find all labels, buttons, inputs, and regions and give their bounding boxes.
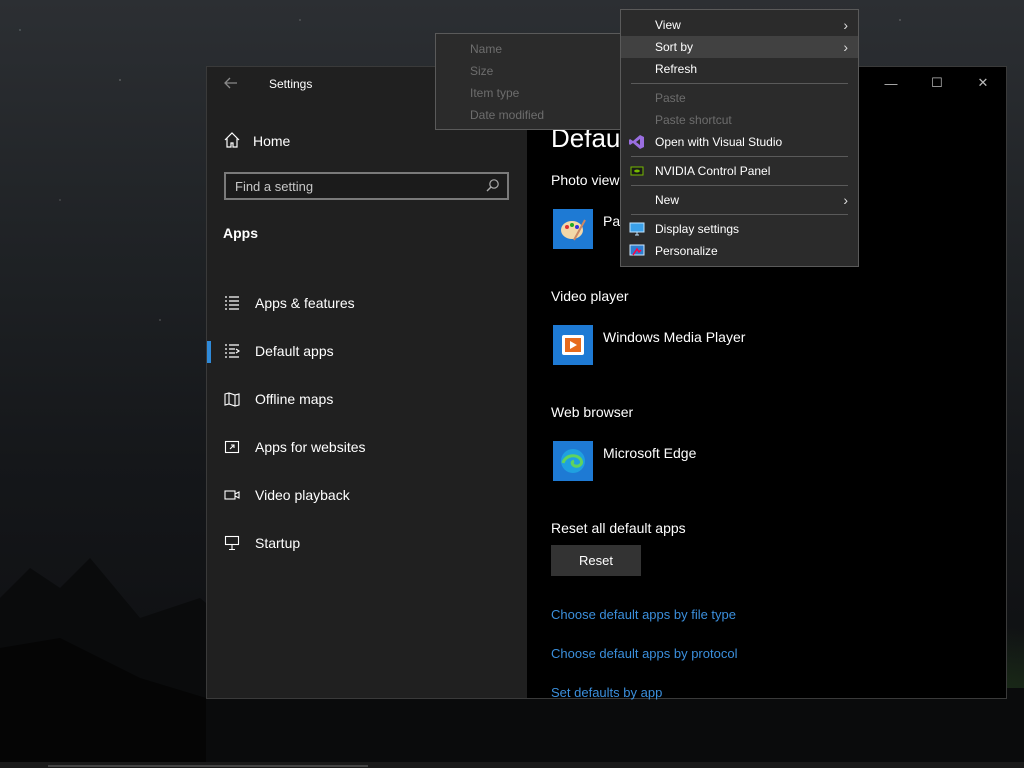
menu-personalize-label: Personalize: [655, 244, 718, 258]
sidebar-item-home[interactable]: Home: [223, 129, 290, 153]
chevron-right-icon: ›: [843, 192, 848, 208]
website-icon: [223, 438, 241, 456]
chevron-right-icon: ›: [843, 17, 848, 33]
video-app-name: Windows Media Player: [603, 329, 746, 345]
sort-item-type[interactable]: Item type: [436, 82, 622, 104]
link-protocol[interactable]: Choose default apps by protocol: [551, 646, 737, 661]
home-icon: [223, 131, 241, 152]
sidebar-item-label: Offline maps: [255, 391, 334, 407]
menu-separator: [631, 156, 848, 157]
section-title: Apps: [223, 225, 258, 241]
link-set-defaults[interactable]: Set defaults by app: [551, 685, 662, 700]
menu-separator: [631, 83, 848, 84]
visual-studio-icon: [629, 134, 645, 150]
menu-refresh[interactable]: Refresh: [621, 58, 858, 80]
sort-size[interactable]: Size: [436, 60, 622, 82]
web-browser-app[interactable]: Microsoft Edge: [553, 441, 696, 481]
home-label: Home: [253, 133, 291, 149]
video-icon: [223, 486, 241, 504]
web-browser-label: Web browser: [551, 404, 634, 420]
menu-separator: [631, 214, 848, 215]
sidebar-nav: Apps & features Default apps Offline map…: [207, 279, 527, 567]
edge-icon: [553, 441, 593, 481]
menu-open-vs-label: Open with Visual Studio: [655, 135, 783, 149]
menu-display-settings-label: Display settings: [655, 222, 740, 236]
sidebar-item-label: Apps & features: [255, 295, 355, 311]
sidebar-item-label: Startup: [255, 535, 301, 551]
menu-sort-by-label: Sort by: [655, 40, 694, 54]
maximize-button[interactable]: ☐: [914, 67, 960, 99]
link-file-type[interactable]: Choose default apps by file type: [551, 607, 736, 622]
sidebar-item-label: Video playback: [255, 487, 350, 503]
startup-icon: [223, 534, 241, 552]
menu-new[interactable]: New ›: [621, 189, 858, 211]
menu-open-visual-studio[interactable]: Open with Visual Studio: [621, 131, 858, 153]
menu-view-label: View: [655, 18, 681, 32]
video-player-app[interactable]: Windows Media Player: [553, 325, 745, 365]
video-player-label: Video player: [551, 288, 629, 304]
menu-view[interactable]: View ›: [621, 14, 858, 36]
paint-app-icon: [553, 209, 593, 249]
map-icon: [223, 390, 241, 408]
search-input[interactable]: [226, 174, 507, 198]
reset-button[interactable]: Reset: [551, 545, 641, 576]
photo-viewer-label: Photo view: [551, 172, 620, 188]
menu-nvidia-control-panel[interactable]: NVIDIA Control Panel: [621, 160, 858, 182]
menu-new-label: New: [655, 193, 680, 207]
sidebar-item-default-apps[interactable]: Default apps: [207, 327, 527, 375]
sort-name[interactable]: Name: [436, 38, 622, 60]
menu-paste[interactable]: Paste: [621, 87, 858, 109]
sidebar-item-apps-for-websites[interactable]: Apps for websites: [207, 423, 527, 471]
settings-window[interactable]: Settings Home Apps Apps & features: [206, 66, 1007, 700]
search-box[interactable]: [224, 172, 509, 200]
menu-sort-by[interactable]: Sort by ›: [621, 36, 858, 58]
menu-nvidia-label: NVIDIA Control Panel: [655, 164, 771, 178]
back-arrow-icon[interactable]: [223, 75, 241, 93]
taskbar-edge: [0, 762, 1024, 768]
nvidia-icon: [629, 163, 645, 179]
close-button[interactable]: ✕: [960, 67, 1006, 99]
sidebar-item-apps-features[interactable]: Apps & features: [207, 279, 527, 327]
search-icon[interactable]: [486, 178, 500, 197]
personalize-icon: [629, 243, 645, 259]
menu-personalize[interactable]: Personalize: [621, 240, 858, 262]
sidebar-item-offline-maps[interactable]: Offline maps: [207, 375, 527, 423]
chevron-right-icon: ›: [843, 39, 848, 55]
browser-app-name: Microsoft Edge: [603, 445, 697, 461]
menu-display-settings[interactable]: Display settings: [621, 218, 858, 240]
default-apps-icon: [223, 342, 241, 360]
sort-date-modified[interactable]: Date modified: [436, 104, 622, 126]
sidebar-item-label: Default apps: [255, 343, 334, 359]
sidebar-item-label: Apps for websites: [255, 439, 366, 455]
sidebar-item-video-playback[interactable]: Video playback: [207, 471, 527, 519]
sort-by-submenu: Name Size Item type Date modified: [435, 33, 623, 130]
settings-sidebar: Settings Home Apps Apps & features: [207, 67, 527, 698]
photo-viewer-app[interactable]: Pai: [553, 209, 623, 249]
menu-paste-shortcut[interactable]: Paste shortcut: [621, 109, 858, 131]
reset-label: Reset all default apps: [551, 520, 686, 536]
minimize-button[interactable]: —: [868, 67, 914, 99]
windows-media-player-icon: [553, 325, 593, 365]
list-icon: [223, 294, 241, 312]
window-controls: — ☐ ✕: [868, 67, 1006, 99]
display-icon: [629, 221, 645, 237]
sidebar-item-startup[interactable]: Startup: [207, 519, 527, 567]
window-title: Settings: [269, 77, 313, 91]
menu-separator: [631, 185, 848, 186]
desktop-context-menu: View › Sort by › Refresh Paste Paste sho…: [620, 9, 859, 267]
